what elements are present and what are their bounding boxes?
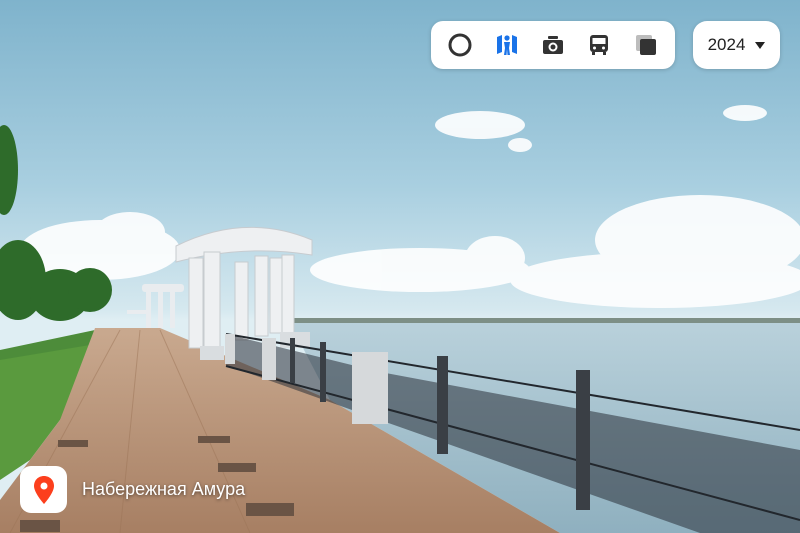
year-value: 2024 [707,35,746,54]
street-panorama[interactable] [0,0,800,533]
bus-icon [590,35,609,55]
transit-mode-button[interactable] [581,27,617,63]
circle-ring-icon [448,33,472,57]
location-pin-button[interactable] [20,466,67,513]
layers-button[interactable] [628,27,664,63]
pedestrian-panorama-icon [496,35,517,55]
location-name: Набережная Амура [82,479,246,499]
layers-icon [635,35,656,55]
panorama-mode-button[interactable] [489,27,525,63]
panorama-image [0,105,800,533]
location-label: Набережная Амура [20,466,245,513]
chevron-down-icon [755,41,766,49]
view-mode-toolbar [431,21,675,69]
year-selector[interactable]: 2024 [693,21,780,69]
photo-mode-button[interactable] [535,27,571,63]
camera-icon [542,36,563,54]
map-pin-icon [33,475,54,504]
circle-ring-button[interactable] [442,27,478,63]
